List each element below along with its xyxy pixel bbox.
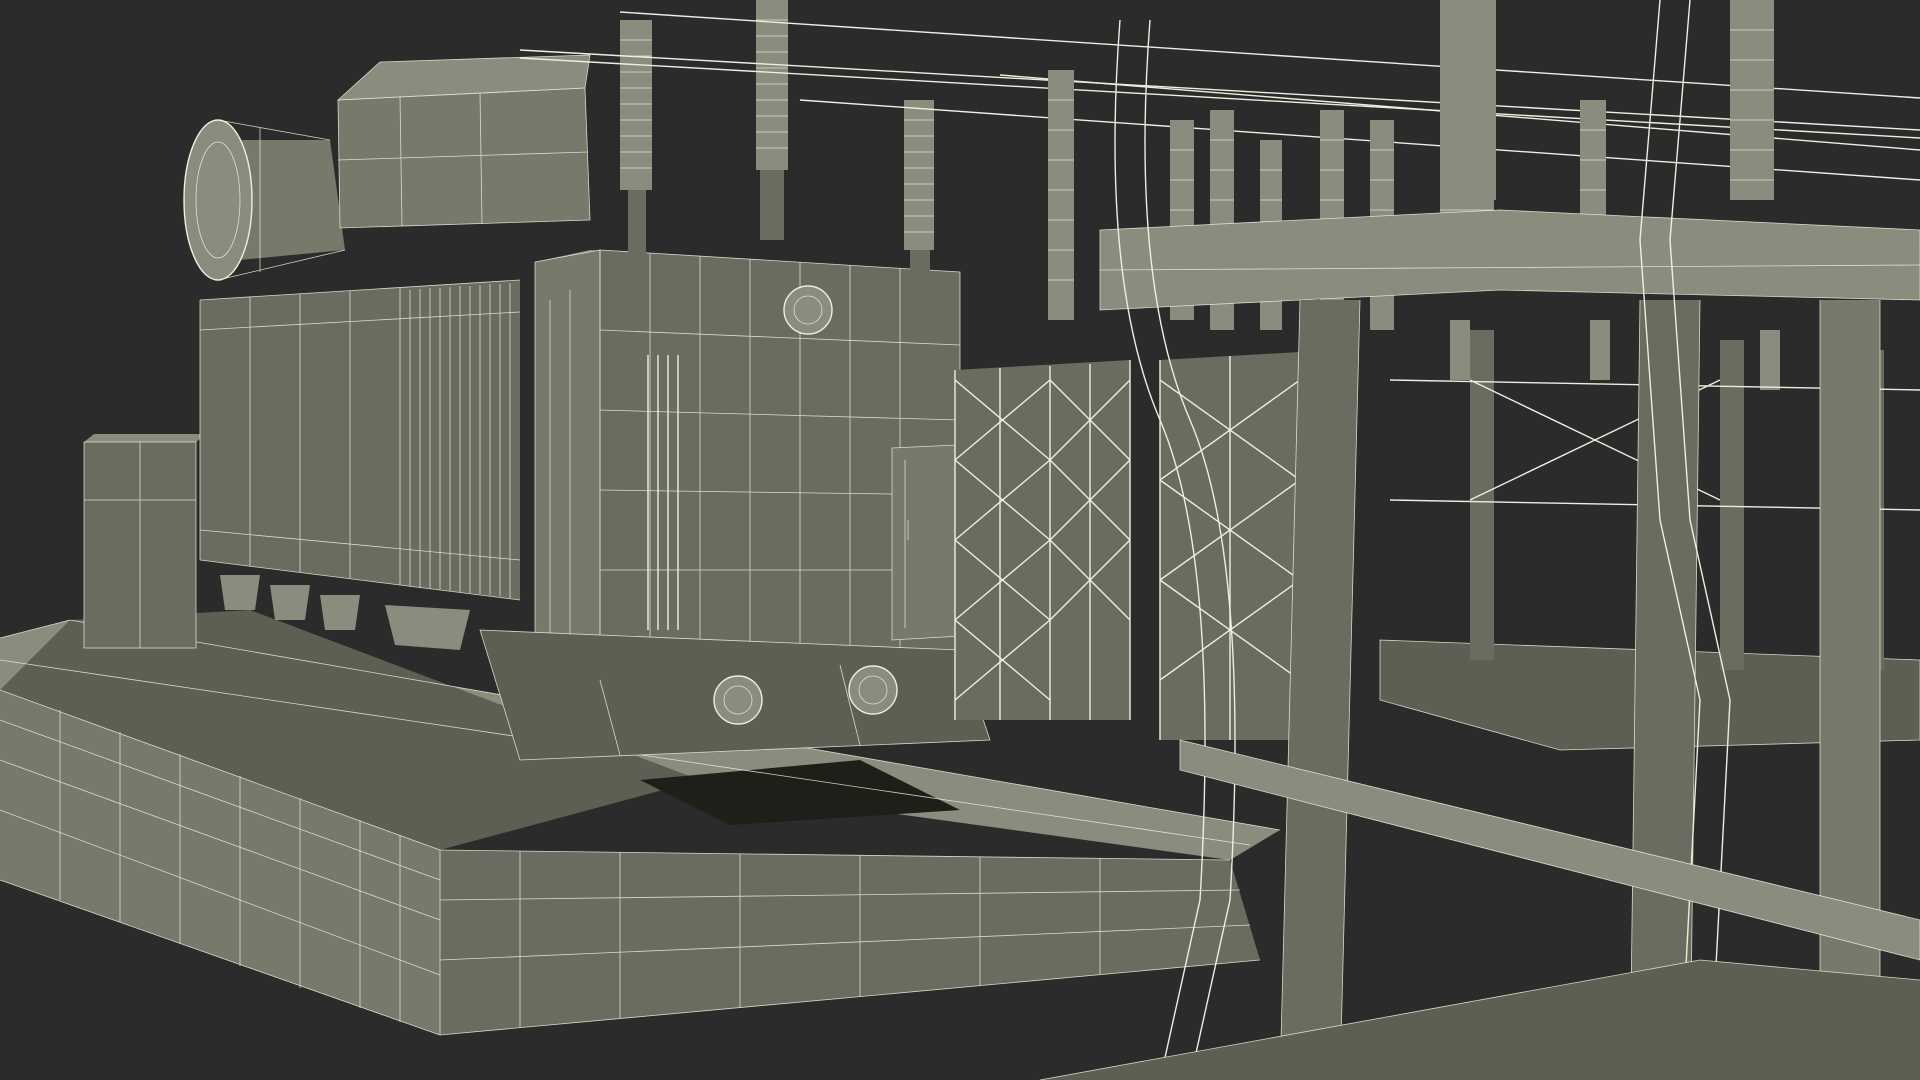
transformer-bushings: [620, 0, 934, 290]
control-cabinet: [83, 434, 206, 649]
cooling-radiators: [199, 279, 521, 650]
conservator-tank: [183, 119, 346, 281]
lattice-supports: [954, 352, 1301, 740]
render-viewport: [0, 0, 1920, 1080]
substation-render: [0, 0, 1920, 1080]
top-junction-box: [336, 54, 591, 229]
